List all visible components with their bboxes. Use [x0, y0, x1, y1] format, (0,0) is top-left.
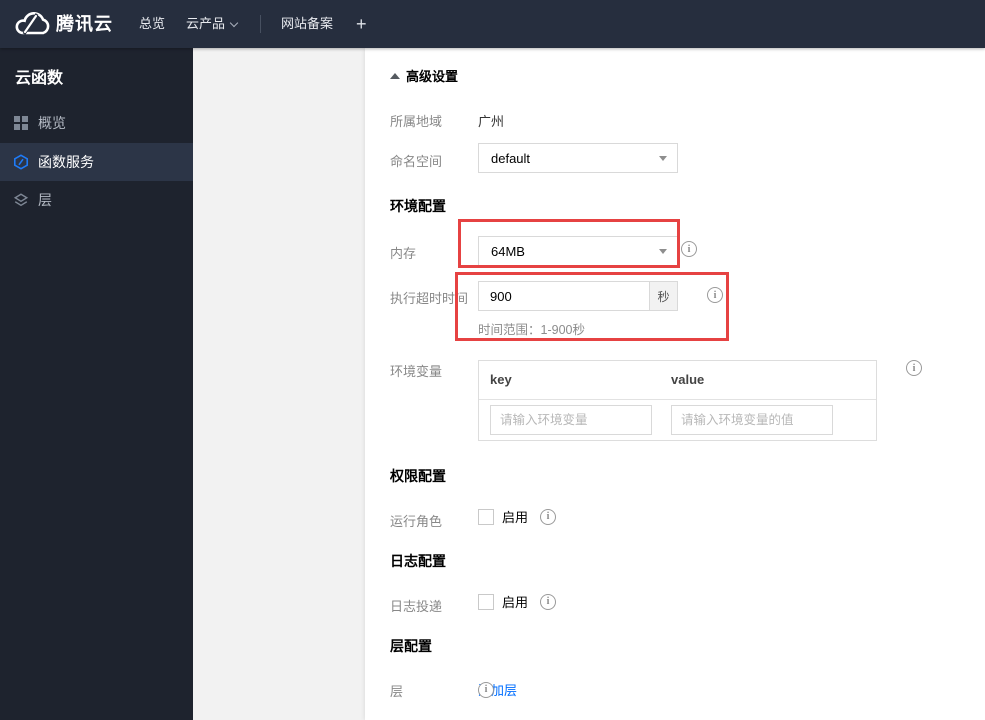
role-info-icon[interactable]: i — [540, 508, 557, 525]
memory-selected-value: 64MB — [491, 243, 525, 259]
sidebar-item-overview[interactable]: 概览 — [0, 104, 193, 142]
memory-label: 内存 — [390, 246, 417, 261]
log-info-icon[interactable]: i — [540, 593, 557, 610]
tencent-cloud-logo-icon[interactable] — [13, 10, 51, 38]
region-label: 所属地域 — [390, 114, 443, 129]
secondary-panel — [193, 48, 365, 720]
function-icon — [13, 154, 29, 170]
advanced-settings-label: 高级设置 — [406, 69, 459, 84]
role-enable-row: 启用 i — [478, 507, 557, 526]
layer-row: 添加层 i — [478, 680, 517, 699]
caret-down-icon — [659, 249, 667, 254]
log-enable-row: 启用 i — [478, 592, 557, 611]
timeout-label: 执行超时时间 — [390, 291, 469, 306]
sidebar-item-function-service[interactable]: 函数服务 — [0, 143, 193, 181]
topnav-beian[interactable]: 网站备案 — [281, 0, 333, 48]
topnav-divider — [260, 15, 261, 33]
log-enable-label[interactable]: 启用 — [502, 592, 528, 611]
layer-label: 层 — [390, 684, 404, 699]
sidebar-item-layers[interactable]: 层 — [0, 181, 193, 219]
section-env-config: 环境配置 — [390, 198, 446, 214]
topnav-overview[interactable]: 总览 — [139, 0, 165, 48]
env-value-header: value — [671, 372, 705, 387]
env-value-input[interactable] — [671, 405, 833, 435]
log-delivery-label: 日志投递 — [390, 599, 443, 614]
region-value: 广州 — [478, 114, 505, 129]
env-vars-table: key value — [478, 360, 877, 441]
sidebar-item-label: 层 — [38, 192, 52, 208]
timeout-unit: 秒 — [650, 281, 678, 311]
role-enable-label[interactable]: 启用 — [502, 507, 528, 526]
namespace-label: 命名空间 — [390, 154, 443, 169]
sidebar: 云函数 概览 函数服务 层 — [0, 48, 193, 720]
log-enable-checkbox[interactable] — [478, 593, 494, 610]
section-layer-config: 层配置 — [390, 638, 432, 654]
timeout-input[interactable] — [478, 281, 650, 311]
env-vars-label: 环境变量 — [390, 364, 443, 379]
caret-down-icon — [659, 156, 667, 161]
chevron-down-icon — [229, 18, 239, 28]
grid-icon — [14, 116, 28, 130]
section-permission-config: 权限配置 — [390, 468, 446, 484]
role-label: 运行角色 — [390, 514, 443, 529]
section-log-config: 日志配置 — [390, 553, 446, 569]
memory-info-icon[interactable]: i — [681, 241, 697, 257]
env-key-input[interactable] — [490, 405, 652, 435]
triangle-up-icon — [390, 72, 400, 79]
sidebar-item-label: 概览 — [38, 115, 66, 131]
top-navbar: 腾讯云 总览 云产品 网站备案 + — [0, 0, 985, 48]
timeout-input-group: 秒 — [478, 281, 678, 311]
namespace-select[interactable]: default — [478, 143, 678, 173]
main-content: 高级设置 所属地域 广州 命名空间 default 环境配置 内存 64MB i… — [365, 48, 985, 720]
timeout-hint: 时间范围：1-900秒 — [478, 323, 585, 337]
role-enable-checkbox[interactable] — [478, 508, 494, 525]
timeout-info-icon[interactable]: i — [707, 287, 723, 303]
advanced-settings-toggle[interactable]: 高级设置 — [390, 66, 458, 85]
layers-icon — [13, 193, 29, 207]
env-vars-info-icon[interactable]: i — [906, 360, 922, 376]
namespace-selected-value: default — [491, 150, 531, 166]
page: 腾讯云 总览 云产品 网站备案 + 云函数 概览 函数服务 层 高级设置 所属地… — [0, 0, 985, 720]
brand-title[interactable]: 腾讯云 — [56, 0, 113, 48]
sidebar-item-label: 函数服务 — [38, 154, 94, 170]
table-divider — [479, 399, 876, 400]
memory-select[interactable]: 64MB — [478, 236, 678, 266]
sidebar-title: 云函数 — [15, 70, 64, 87]
topnav-products[interactable]: 云产品 — [186, 0, 239, 48]
add-tab-button[interactable]: + — [356, 0, 367, 48]
env-key-header: key — [490, 372, 512, 387]
layer-info-icon[interactable]: i — [478, 681, 494, 698]
